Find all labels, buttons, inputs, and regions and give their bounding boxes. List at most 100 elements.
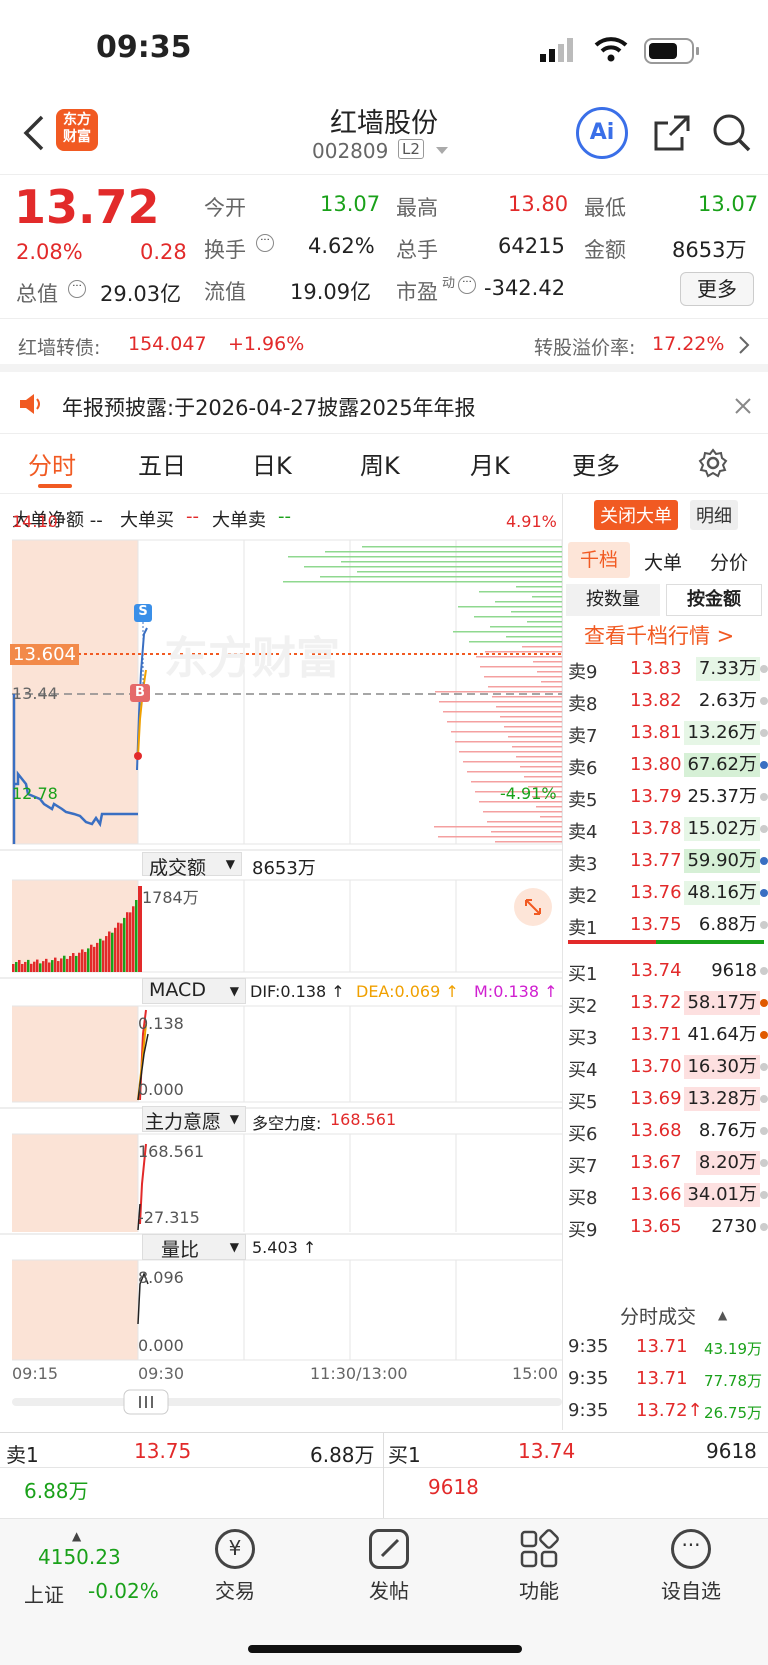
depth-bar (508, 736, 562, 738)
expand-icon[interactable] (514, 888, 552, 926)
bid-row[interactable]: 买5 13.69 13.28万 (564, 1082, 768, 1116)
info-icon[interactable]: ··· (458, 276, 476, 294)
bid-row[interactable]: 买6 13.68 8.76万 (564, 1114, 768, 1148)
volume-bar (18, 959, 21, 972)
divider (562, 494, 563, 1430)
close-icon[interactable] (734, 396, 752, 420)
tab-month-k[interactable]: 月K (470, 446, 510, 481)
chevron-up-icon: ▲ (718, 1308, 728, 1322)
amount-label: 金额 (584, 238, 626, 262)
bid-volume: 58.17万 (684, 991, 760, 1015)
volume-bar (72, 953, 75, 972)
bid-row[interactable]: 买9 13.65 2730 (564, 1210, 768, 1244)
stock-name: 红墙股份 (330, 108, 438, 139)
detail-button[interactable]: 明细 (690, 500, 738, 530)
main-lo: -27.315 (138, 1208, 200, 1227)
bid-row[interactable]: 买1 13.74 9618 (564, 954, 768, 988)
volume-bar (96, 942, 99, 972)
ask-row[interactable]: 卖3 13.77 59.90万 (564, 844, 768, 878)
volume-bar (51, 960, 54, 972)
nav-add-watchlist[interactable]: ··· 设自选 (636, 1529, 746, 1604)
macd-selector[interactable]: MACD ▼ (142, 978, 246, 1004)
tab-five-day[interactable]: 五日 (138, 446, 186, 481)
depth-bar (434, 826, 562, 828)
ask-row[interactable]: 卖9 13.83 7.33万 (564, 652, 768, 686)
nav-trade[interactable]: ¥ 交易 (180, 1529, 290, 1604)
price-min: 12.78 (12, 784, 58, 803)
depth-bar (506, 636, 562, 638)
tab-more[interactable]: 更多 (572, 446, 620, 481)
level2-badge[interactable]: L2 (398, 139, 424, 159)
ask-row[interactable]: 卖5 13.79 25.37万 (564, 780, 768, 814)
convertible-bond-bar[interactable]: 红墙转债: 154.047 +1.96% 转股溢价率: 17.22% (0, 318, 768, 372)
ask-level: 卖3 (568, 854, 598, 875)
volume-bar (123, 917, 126, 972)
volume-bar (57, 961, 60, 972)
bid-row[interactable]: 买7 13.67 8.20万 (564, 1146, 768, 1180)
depth-bar (320, 576, 562, 578)
volume-bar (66, 958, 69, 972)
pe-value: -342.42 (484, 276, 566, 300)
bid-volume: 8.20万 (695, 1151, 760, 1175)
status-dot (760, 729, 768, 737)
float-label: 流值 (204, 280, 246, 304)
dropdown-icon[interactable] (436, 147, 448, 154)
volume-bar (117, 922, 120, 972)
status-dot (760, 1191, 768, 1199)
tab-week-k[interactable]: 周K (360, 446, 400, 481)
trade-row: 9:35 13.71 43.19万 (566, 1332, 766, 1362)
status-dot (760, 1031, 768, 1039)
depth-bar (504, 726, 562, 728)
close-big-order-button[interactable]: 关闭大单 (594, 500, 678, 530)
trade-title[interactable]: 分时成交 (620, 1302, 696, 1329)
volume-selector[interactable]: 成交额 ▼ (142, 852, 242, 879)
time-open: 09:30 (138, 1364, 185, 1383)
volume-ratio-selector[interactable]: 量比 ▼ (142, 1234, 246, 1261)
nav-post[interactable]: 发帖 (334, 1529, 444, 1604)
depth-bar (357, 571, 562, 573)
share-icon[interactable] (652, 113, 692, 157)
ask-level: 卖6 (568, 758, 598, 779)
app-header: 东方 财富 红墙股份 002809 L2 Ai (0, 95, 768, 175)
bid-volume: 41.64万 (684, 1023, 760, 1047)
bid-level: 买2 (568, 996, 598, 1017)
back-icon[interactable] (22, 115, 46, 155)
tab-intraday[interactable]: 分时 (28, 446, 76, 481)
notice-bar[interactable]: 年报预披露:于2026-04-27披露2025年年报 (0, 378, 768, 434)
info-icon[interactable]: ··· (256, 234, 274, 252)
ask-row[interactable]: 卖1 13.75 6.88万 (564, 908, 768, 942)
tab-day-k[interactable]: 日K (252, 446, 292, 481)
ask-volume: 59.90万 (684, 849, 760, 873)
search-icon[interactable] (712, 113, 752, 157)
more-button[interactable]: 更多 (680, 272, 754, 306)
volume-bar (102, 940, 105, 972)
volume-bar (111, 932, 114, 972)
gear-icon[interactable] (698, 448, 728, 484)
home-indicator (248, 1645, 522, 1653)
ask-row[interactable]: 卖4 13.78 15.02万 (564, 812, 768, 846)
depth-bar (491, 831, 562, 833)
ask-row[interactable]: 卖2 13.76 48.16万 (564, 876, 768, 910)
main-force-selector[interactable]: 主力意愿 ▼ (142, 1106, 246, 1133)
bid-row[interactable]: 买8 13.66 34.01万 (564, 1178, 768, 1212)
tab-underline (38, 484, 72, 488)
intraday-chart[interactable]: 14.10 12.78 4.91% -4.91% 13.44 13.604 东方… (0, 494, 562, 1428)
ask-row[interactable]: 卖7 13.81 13.26万 (564, 716, 768, 750)
nav-function[interactable]: 功能 (484, 1529, 594, 1604)
ask-price: 13.81 (630, 722, 682, 743)
depth-bar (451, 731, 562, 733)
bid-row[interactable]: 买3 13.71 41.64万 (564, 1018, 768, 1052)
ask-row[interactable]: 卖6 13.80 67.62万 (564, 748, 768, 782)
volume-total: 8653万 (252, 858, 316, 879)
ask-row[interactable]: 卖8 13.82 2.63万 (564, 684, 768, 718)
status-dot (760, 825, 768, 833)
info-icon[interactable]: ··· (68, 280, 86, 298)
ai-button[interactable]: Ai (576, 107, 628, 159)
bid-row[interactable]: 买4 13.70 16.30万 (564, 1050, 768, 1084)
trade-price: 13.72↑ (636, 1400, 703, 1421)
trade-row: 9:35 13.71 77.78万 (566, 1364, 766, 1394)
ask-volume: 25.37万 (684, 785, 760, 809)
index-widget[interactable]: ▲ 4150.23 上证 -0.02% (22, 1529, 162, 1611)
volume-bar (48, 962, 51, 972)
bid-row[interactable]: 买2 13.72 58.17万 (564, 986, 768, 1020)
